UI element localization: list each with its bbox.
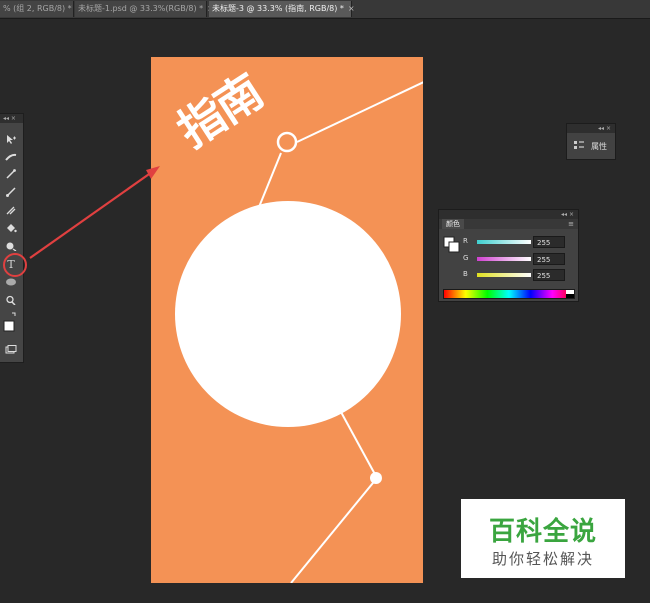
- paint-bucket-icon: [7, 224, 17, 233]
- green-slider[interactable]: [477, 257, 531, 261]
- marquee-tool[interactable]: [3, 151, 19, 165]
- channel-row-red: R 255: [457, 236, 577, 248]
- tools-panel: ◂◂ × T: [0, 113, 24, 363]
- stamp-icon: [6, 206, 16, 215]
- brush-tool[interactable]: [3, 186, 19, 200]
- guide-line: [340, 411, 378, 479]
- channel-row-blue: B 255: [457, 269, 577, 281]
- ellipse-icon: [6, 278, 16, 286]
- tab-label: % (组 2, RGB/8) *: [3, 4, 72, 13]
- screen-mode-icon: [5, 345, 17, 354]
- type-icon: T: [7, 258, 15, 271]
- blue-slider[interactable]: [477, 273, 531, 277]
- properties-panel: ◂◂ × 属性: [566, 123, 616, 160]
- paint-bucket-tool[interactable]: [3, 222, 19, 236]
- document-tab-bar: % (组 2, RGB/8) *× 未标题-1.psd @ 33.3%(RGB/…: [0, 0, 650, 19]
- guide-line: [296, 81, 423, 143]
- screen-mode-button[interactable]: [3, 344, 19, 358]
- watermark-title: 百科全说: [488, 517, 597, 547]
- red-value-input[interactable]: 255: [533, 236, 565, 248]
- node-dot: [370, 472, 382, 484]
- eyedropper-tool[interactable]: [3, 168, 19, 182]
- tab-document-untitled-3[interactable]: 未标题-3 @ 33.3% (指南, RGB/8) * ×: [209, 1, 355, 17]
- panel-menu-icon[interactable]: ≡: [568, 219, 574, 229]
- green-value-input[interactable]: 255: [533, 253, 565, 265]
- properties-label: 属性: [591, 142, 607, 151]
- ellipse-tool[interactable]: [3, 276, 19, 290]
- tab-document-untitled-1[interactable]: 未标题-1.psd @ 33.3%(RGB/8) *×: [75, 1, 214, 17]
- stamp-tool[interactable]: [3, 204, 19, 218]
- tab-label: 未标题-3 @ 33.3% (指南, RGB/8) *: [212, 4, 344, 13]
- marquee-icon: [5, 153, 17, 161]
- color-panel: ◂◂ × 颜色 ≡ R 255 G 255 B 255: [438, 209, 579, 302]
- brush-icon: [6, 187, 16, 197]
- main-circle: [175, 201, 401, 427]
- color-panel-tabs: 颜色 ≡: [439, 219, 578, 229]
- eyedropper-icon: [6, 169, 16, 179]
- dodge-icon: [6, 242, 17, 251]
- watermark-logo: 百科全说 助你轻松解决: [461, 499, 625, 578]
- move-tool[interactable]: [3, 133, 19, 147]
- properties-icon: [574, 141, 584, 149]
- zoom-tool[interactable]: [3, 294, 19, 308]
- close-icon[interactable]: ×: [348, 4, 355, 13]
- channel-label-r: R: [463, 237, 468, 245]
- black-swatch[interactable]: [566, 294, 574, 298]
- tab-document-group2[interactable]: % (组 2, RGB/8) *×: [0, 1, 82, 17]
- channel-label-g: G: [463, 254, 469, 262]
- type-tool[interactable]: T: [3, 258, 19, 272]
- annotation-arrow: [29, 171, 153, 259]
- tab-label: 未标题-1.psd @ 33.3%(RGB/8) *: [78, 4, 204, 13]
- foreground-background-icon: [3, 312, 16, 332]
- blue-value-input[interactable]: 255: [533, 269, 565, 281]
- panel-header[interactable]: ◂◂ ×: [567, 124, 615, 133]
- panel-header[interactable]: ◂◂ ×: [0, 114, 23, 123]
- watermark-subtitle: 助你轻松解决: [491, 550, 594, 568]
- move-icon: [7, 135, 16, 144]
- guide-line: [258, 152, 282, 208]
- red-slider[interactable]: [477, 240, 531, 244]
- zoom-icon: [6, 295, 16, 305]
- document-canvas[interactable]: 指南: [151, 57, 423, 583]
- properties-button[interactable]: 属性: [571, 138, 611, 154]
- color-spectrum-bar[interactable]: [443, 289, 575, 299]
- tab-color[interactable]: 颜色: [442, 219, 464, 229]
- channel-label-b: B: [463, 270, 468, 278]
- channel-row-green: G 255: [457, 253, 577, 265]
- node-ring: [276, 131, 298, 153]
- panel-header[interactable]: ◂◂ ×: [439, 210, 578, 219]
- guide-line: [290, 477, 378, 583]
- color-swatches[interactable]: [3, 310, 19, 338]
- dodge-tool[interactable]: [3, 240, 19, 254]
